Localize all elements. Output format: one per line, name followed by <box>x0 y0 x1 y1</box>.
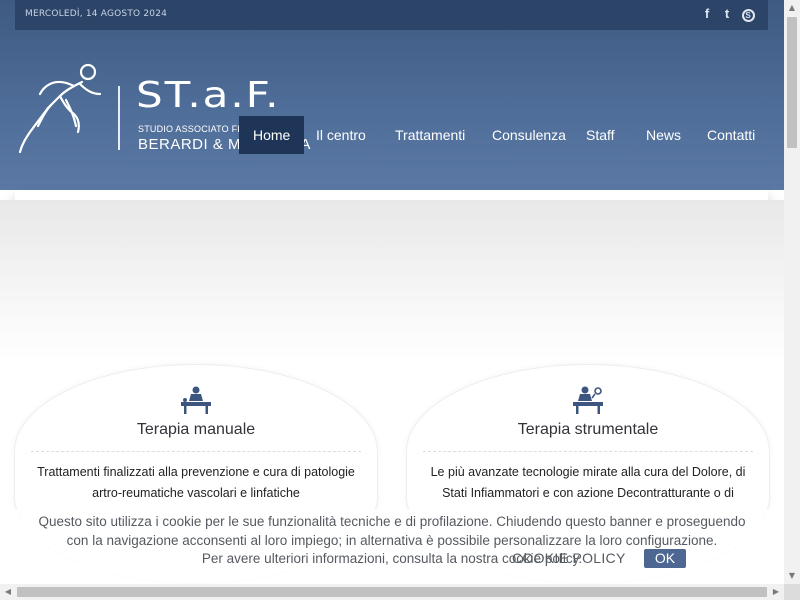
nav-news[interactable]: News <box>646 116 681 154</box>
slider-frame <box>15 190 768 200</box>
vertical-scrollbar[interactable]: ▲ ▼ <box>784 0 800 584</box>
card-text-line: Stati Infiammatori e con azione Decontra… <box>442 486 734 500</box>
card-description: Trattamenti finalizzati alla prevenzione… <box>25 462 367 504</box>
card-title: Terapia manuale <box>136 421 256 438</box>
hero-slider <box>0 200 784 360</box>
scrollbar-corner <box>784 584 800 600</box>
logo-title[interactable]: ST.a.F. <box>136 74 281 116</box>
page: MERCOLEDÌ, 14 AGOSTO 2024 f t S ST.a.F. … <box>0 0 784 584</box>
nav-il-centro[interactable]: Il centro <box>316 116 366 154</box>
horizontal-scroll-thumb[interactable] <box>17 587 767 597</box>
card-divider <box>31 451 361 452</box>
cookie-text-line: Questo sito utilizza i cookie per le sue… <box>38 514 746 529</box>
skype-icon[interactable]: S <box>740 6 756 22</box>
nav-home[interactable]: Home <box>239 116 305 154</box>
cookie-policy-link[interactable]: COOKIE POLICY <box>512 550 626 566</box>
instrumental-therapy-icon <box>573 386 603 414</box>
top-bar: MERCOLEDÌ, 14 AGOSTO 2024 f t S <box>15 0 768 30</box>
scroll-down-arrow-icon[interactable]: ▼ <box>784 568 800 584</box>
card-text-line: Le più avanzate tecnologie mirate alla c… <box>430 465 746 479</box>
card-title: Terapia strumentale <box>517 421 659 438</box>
nav-trattamenti[interactable]: Trattamenti <box>395 116 465 154</box>
nav-contatti[interactable]: Contatti <box>707 116 755 154</box>
scroll-up-arrow-icon[interactable]: ▲ <box>784 0 800 16</box>
cookie-ok-button[interactable]: OK <box>644 549 686 568</box>
header: MERCOLEDÌ, 14 AGOSTO 2024 f t S ST.a.F. … <box>0 0 784 190</box>
scroll-left-arrow-icon[interactable]: ◀ <box>0 584 16 600</box>
card-text-line: artro-reumatiche vascolari e linfatiche <box>92 486 300 500</box>
horizontal-scrollbar[interactable]: ◀ ▶ <box>0 584 784 600</box>
massage-table-icon <box>181 386 211 414</box>
cookie-text-line: con la navigazione acconsenti al loro im… <box>66 532 718 548</box>
main-nav: Home Il centro Trattamenti Consulenza St… <box>0 116 784 154</box>
nav-staff[interactable]: Staff <box>586 116 615 154</box>
card-divider <box>423 451 753 452</box>
facebook-icon[interactable]: f <box>699 6 715 22</box>
cookie-banner: Questo sito utilizza i cookie per le sue… <box>0 509 784 584</box>
twitter-icon[interactable]: t <box>719 6 735 22</box>
scroll-right-arrow-icon[interactable]: ▶ <box>768 584 784 600</box>
current-date: MERCOLEDÌ, 14 AGOSTO 2024 <box>25 9 168 19</box>
nav-consulenza[interactable]: Consulenza <box>492 116 566 154</box>
card-description: Le più avanzate tecnologie mirate alla c… <box>417 462 759 504</box>
skype-icon-glyph: S <box>741 9 755 22</box>
vertical-scroll-thumb[interactable] <box>787 17 797 148</box>
card-text-line: Trattamenti finalizzati alla prevenzione… <box>37 465 355 479</box>
